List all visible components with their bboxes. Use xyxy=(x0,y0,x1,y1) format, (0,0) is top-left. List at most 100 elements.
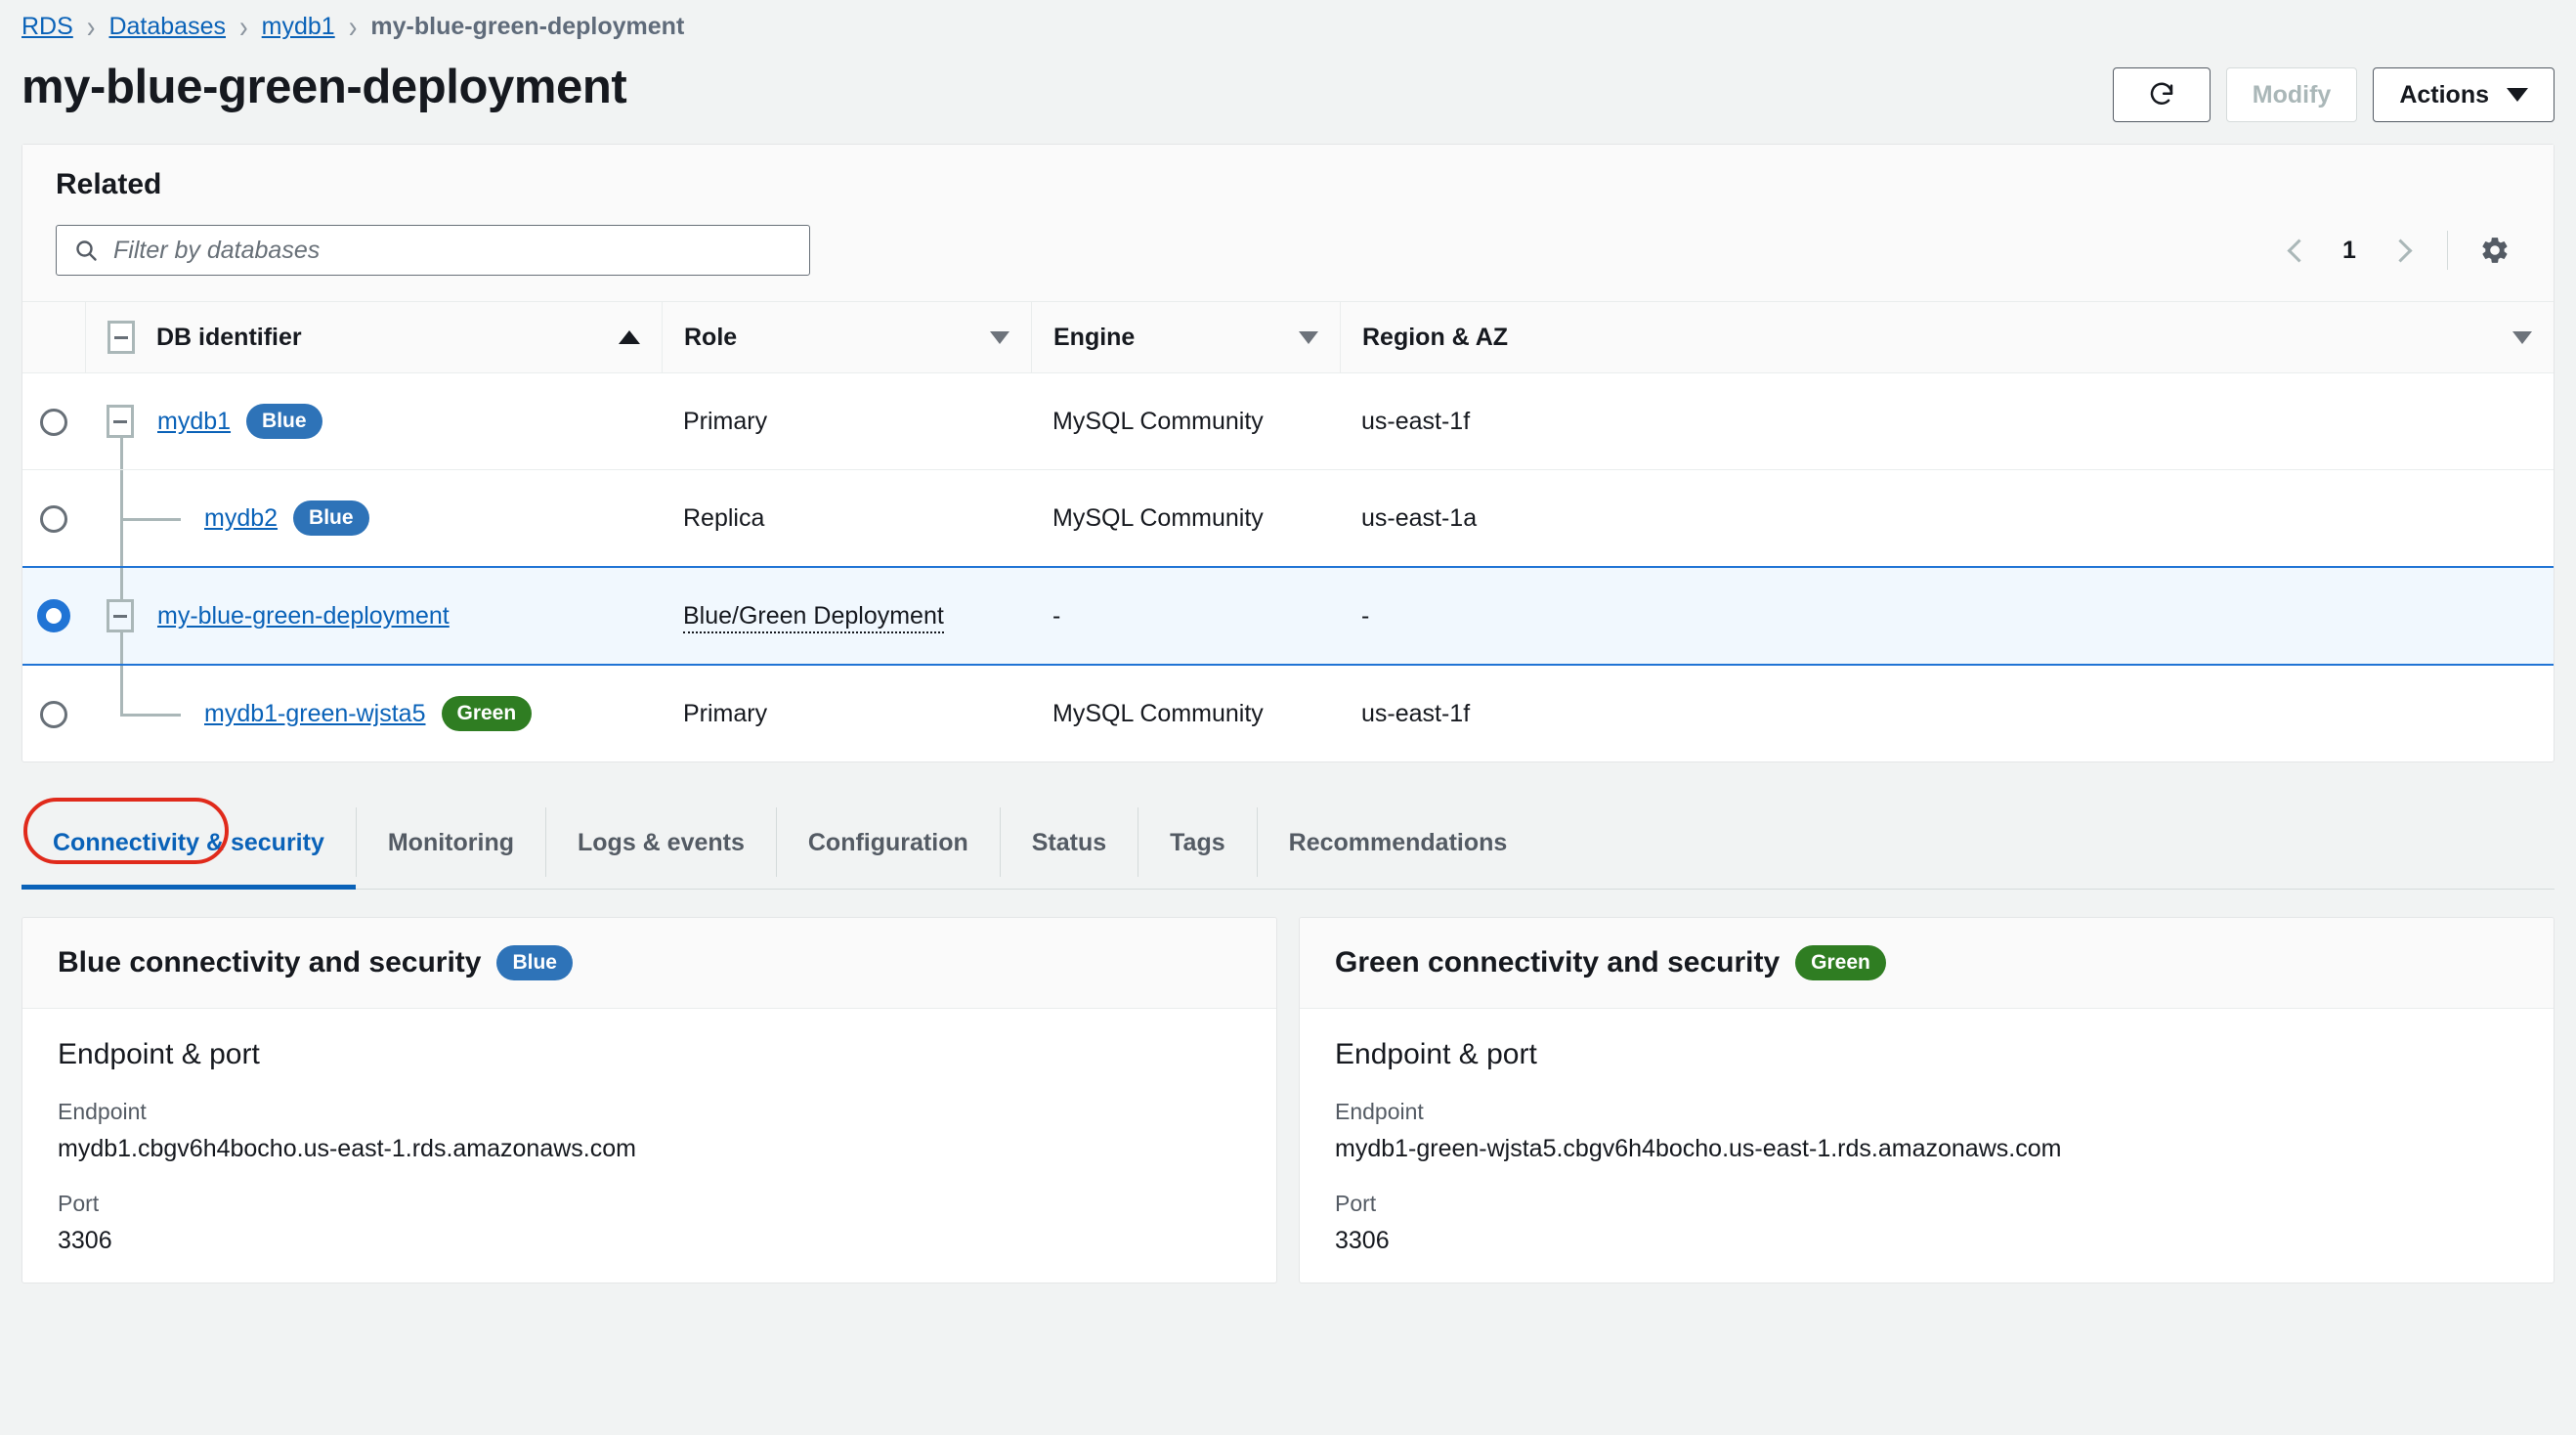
row-db-identifier-link[interactable]: mydb1 xyxy=(157,408,231,436)
row-db-identifier-link[interactable]: mydb1-green-wjsta5 xyxy=(204,700,426,728)
column-region-az[interactable]: Region & AZ xyxy=(1340,301,2554,373)
blue-port-value: 3306 xyxy=(58,1227,112,1254)
row-select-cell[interactable] xyxy=(22,469,85,568)
sort-icon xyxy=(990,330,1009,344)
blue-port-field: Port 3306 xyxy=(58,1191,1241,1255)
row-role-tooltip-text[interactable]: Blue/Green Deployment xyxy=(683,601,944,633)
column-engine[interactable]: Engine xyxy=(1031,301,1340,373)
search-input[interactable] xyxy=(113,236,809,265)
gear-icon xyxy=(2482,238,2508,263)
related-title: Related xyxy=(56,168,162,200)
table-row[interactable]: mydb2 Blue Replica MySQL Community us-ea… xyxy=(22,469,2554,568)
blue-endpoint-label: Endpoint xyxy=(58,1099,147,1124)
breadcrumb-item-rds[interactable]: RDS xyxy=(21,13,73,41)
collapse-all-toggle[interactable] xyxy=(107,321,135,354)
row-role-cell: Primary xyxy=(683,699,768,727)
refresh-button[interactable] xyxy=(2112,67,2211,122)
blue-panel-title: Blue connectivity and security xyxy=(58,946,482,978)
blue-endpoint-field: Endpoint mydb1.cbgv6h4bocho.us-east-1.rd… xyxy=(58,1099,1241,1163)
row-radio-button[interactable] xyxy=(40,408,67,436)
column-region-az-label: Region & AZ xyxy=(1362,323,1509,351)
blue-endpoint-section-title: Endpoint & port xyxy=(58,1038,260,1070)
blue-panel-body: Endpoint & port Endpoint mydb1.cbgv6h4bo… xyxy=(22,1009,1276,1255)
table-row-selected[interactable]: my-blue-green-deployment Blue/Green Depl… xyxy=(22,566,2554,666)
row-role-cell: Replica xyxy=(662,469,1031,568)
tree-indent xyxy=(85,373,157,469)
tree-branch xyxy=(120,518,181,521)
row-radio-button[interactable] xyxy=(40,504,67,533)
row-engine-cell: MySQL Community xyxy=(1031,469,1340,568)
row-radio-button[interactable] xyxy=(40,700,67,728)
row-select-cell[interactable] xyxy=(22,372,85,470)
row-select-cell[interactable] xyxy=(22,665,85,761)
tab-recommendations[interactable]: Recommendations xyxy=(1256,807,1539,877)
green-endpoint-field: Endpoint mydb1-green-wjsta5.cbgv6h4bocho… xyxy=(1335,1099,2518,1163)
tab-connectivity-security[interactable]: Connectivity & security xyxy=(21,807,356,890)
row-expand-toggle[interactable] xyxy=(107,405,134,438)
refresh-icon xyxy=(2150,82,2173,105)
row-select-cell[interactable] xyxy=(22,566,85,666)
green-port-field: Port 3306 xyxy=(1335,1191,2518,1255)
table-row[interactable]: mydb1-green-wjsta5 Green Primary MySQL C… xyxy=(22,665,2554,761)
breadcrumb: RDS › Databases › mydb1 › my-blue-green-… xyxy=(0,0,2576,45)
breadcrumb-separator-icon: › xyxy=(348,8,358,45)
green-panel-body: Endpoint & port Endpoint mydb1-green-wjs… xyxy=(1300,1009,2554,1255)
row-db-identifier-cell: mydb1 Blue xyxy=(85,372,662,470)
search-box[interactable] xyxy=(56,225,810,276)
tab-monitoring[interactable]: Monitoring xyxy=(355,807,545,877)
column-db-identifier[interactable]: DB identifier xyxy=(85,301,662,373)
breadcrumb-separator-icon: › xyxy=(86,8,96,45)
tree-indent xyxy=(85,666,181,761)
next-page-button[interactable] xyxy=(2375,225,2426,276)
column-role-label: Role xyxy=(684,323,738,351)
table-header-row: DB identifier Role Engine Region & AZ xyxy=(22,301,2554,373)
breadcrumb-separator-icon: › xyxy=(239,8,248,45)
actions-button[interactable]: Actions xyxy=(2373,67,2555,122)
row-db-identifier-link[interactable]: mydb2 xyxy=(204,504,278,533)
breadcrumb-item-databases[interactable]: Databases xyxy=(108,13,226,41)
row-expand-toggle[interactable] xyxy=(107,599,134,632)
row-db-identifier-cell: my-blue-green-deployment xyxy=(85,566,662,666)
blue-panel-badge: Blue xyxy=(496,945,573,980)
green-port-value: 3306 xyxy=(1335,1227,1390,1254)
tab-logs-events[interactable]: Logs & events xyxy=(545,807,776,877)
previous-page-button[interactable] xyxy=(2273,225,2324,276)
row-radio-button-selected[interactable] xyxy=(37,599,70,632)
sort-ascending-icon xyxy=(619,330,640,344)
green-endpoint-label: Endpoint xyxy=(1335,1099,1424,1124)
blue-port-label: Port xyxy=(58,1191,100,1216)
column-role[interactable]: Role xyxy=(662,301,1031,373)
table-header: DB identifier Role Engine Region & AZ xyxy=(22,301,2554,373)
pagination: 1 xyxy=(2273,225,2520,276)
related-toolbar: 1 xyxy=(22,201,2554,301)
row-region-cell: us-east-1a xyxy=(1340,469,2554,568)
green-endpoint-section-title: Endpoint & port xyxy=(1335,1038,1537,1070)
page-title: my-blue-green-deployment xyxy=(21,61,627,113)
row-badge: Blue xyxy=(293,500,369,536)
header-action-buttons: Modify Actions xyxy=(2112,62,2555,122)
table-body: mydb1 Blue Primary MySQL Community us-ea… xyxy=(22,372,2554,762)
connectivity-panels: Blue connectivity and security Blue Endp… xyxy=(21,917,2555,1283)
related-header: Related xyxy=(22,145,2554,201)
tab-tags[interactable]: Tags xyxy=(1138,807,1257,877)
tree-indent xyxy=(85,470,181,566)
row-region-cell: us-east-1f xyxy=(1340,372,2554,470)
breadcrumb-item-mydb1[interactable]: mydb1 xyxy=(262,13,335,41)
tree-line xyxy=(120,666,123,714)
current-page-number[interactable]: 1 xyxy=(2330,237,2369,265)
tab-configuration[interactable]: Configuration xyxy=(775,807,1000,877)
tab-status[interactable]: Status xyxy=(999,807,1138,877)
table-row[interactable]: mydb1 Blue Primary MySQL Community us-ea… xyxy=(22,372,2554,470)
actions-button-label: Actions xyxy=(2399,80,2489,109)
detail-tabs: Connectivity & security Monitoring Logs … xyxy=(21,796,2555,890)
blue-panel-header: Blue connectivity and security Blue xyxy=(22,918,1276,1009)
chevron-left-icon xyxy=(2286,238,2311,263)
column-db-identifier-label: DB identifier xyxy=(156,323,302,351)
green-panel-badge: Green xyxy=(1795,945,1886,980)
row-db-identifier-link[interactable]: my-blue-green-deployment xyxy=(157,602,450,631)
related-databases-table: DB identifier Role Engine Region & AZ my… xyxy=(22,301,2554,761)
sort-icon xyxy=(2512,330,2532,344)
preferences-button[interactable] xyxy=(2469,225,2520,276)
row-db-identifier-cell: mydb2 Blue xyxy=(85,469,662,568)
modify-button[interactable]: Modify xyxy=(2225,67,2358,122)
